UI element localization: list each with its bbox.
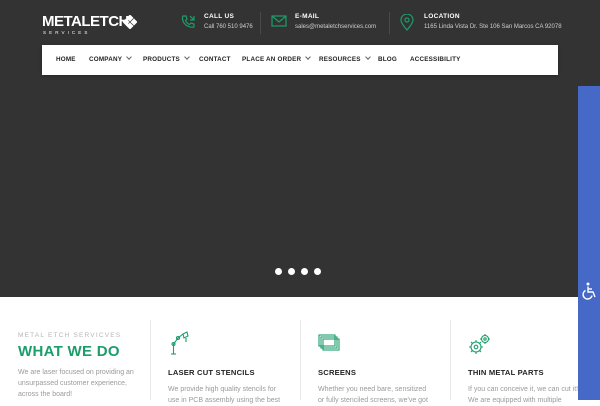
chevron-down-icon (364, 54, 371, 60)
screens-icon (318, 334, 340, 351)
slider-dot[interactable] (288, 268, 295, 275)
nav-contact[interactable]: CONTACT (199, 45, 231, 75)
nav-place-order[interactable]: PLACE AN ORDER (242, 45, 312, 75)
chevron-down-icon (126, 54, 132, 60)
location-pin-icon (400, 14, 414, 31)
section-intro: We are laser focused on providing an uns… (18, 369, 134, 398)
service-title: LASER CUT STENCILS (168, 368, 255, 377)
divider (450, 320, 451, 400)
laser-arm-icon (171, 331, 189, 355)
service-title: THIN METAL PARTS (468, 368, 544, 377)
slider-dot[interactable] (301, 268, 308, 275)
slider-dot[interactable] (275, 268, 282, 275)
contact-title: LOCATION (424, 13, 460, 20)
contact-title: CALL US (204, 13, 235, 20)
phone-icon (181, 15, 195, 28)
service-desc: If you can conceive it, we can cut it! W… (468, 386, 579, 404)
chevron-down-icon (305, 54, 312, 60)
divider (260, 12, 261, 34)
contact-value: Call 760 510 9476 (204, 24, 253, 30)
nav-resources[interactable]: RESOURCES (319, 45, 371, 75)
logo-sub: SERVICES (43, 30, 91, 35)
nav-products[interactable]: PRODUCTS (143, 45, 190, 75)
logo-name: METALETCH (42, 13, 129, 30)
section-heading: WHAT WE DO (18, 343, 120, 360)
nav-home[interactable]: HOME (56, 45, 76, 75)
main-nav: HOME COMPANY PRODUCTS CONTACT PLACE AN O… (42, 45, 558, 75)
wheelchair-icon (582, 282, 596, 300)
divider (300, 320, 301, 400)
service-desc: We provide high quality stencils for use… (168, 386, 281, 404)
divider (389, 12, 390, 34)
section-eyebrow: METAL ETCH SERVICVES (18, 332, 122, 339)
service-desc: Whether you need bare, sensitized or ful… (318, 386, 428, 404)
nav-company[interactable]: COMPANY (89, 45, 132, 75)
chevron-down-icon (184, 54, 190, 60)
contact-value: 1165 Linda Vista Dr. Ste 106 San Marcos … (424, 24, 562, 30)
slider-dot[interactable] (314, 268, 321, 275)
contact-value: sales@metaletchservices.com (295, 24, 377, 30)
logo-mark-icon (123, 15, 137, 29)
service-title: SCREENS (318, 368, 357, 377)
divider (150, 320, 151, 400)
mail-icon (271, 15, 287, 27)
nav-accessibility[interactable]: ACCESSIBILITY (410, 45, 461, 75)
nav-blog[interactable]: BLOG (378, 45, 397, 75)
gears-icon (469, 334, 490, 354)
contact-title: E-MAIL (295, 13, 320, 20)
accessibility-button[interactable] (578, 86, 600, 400)
